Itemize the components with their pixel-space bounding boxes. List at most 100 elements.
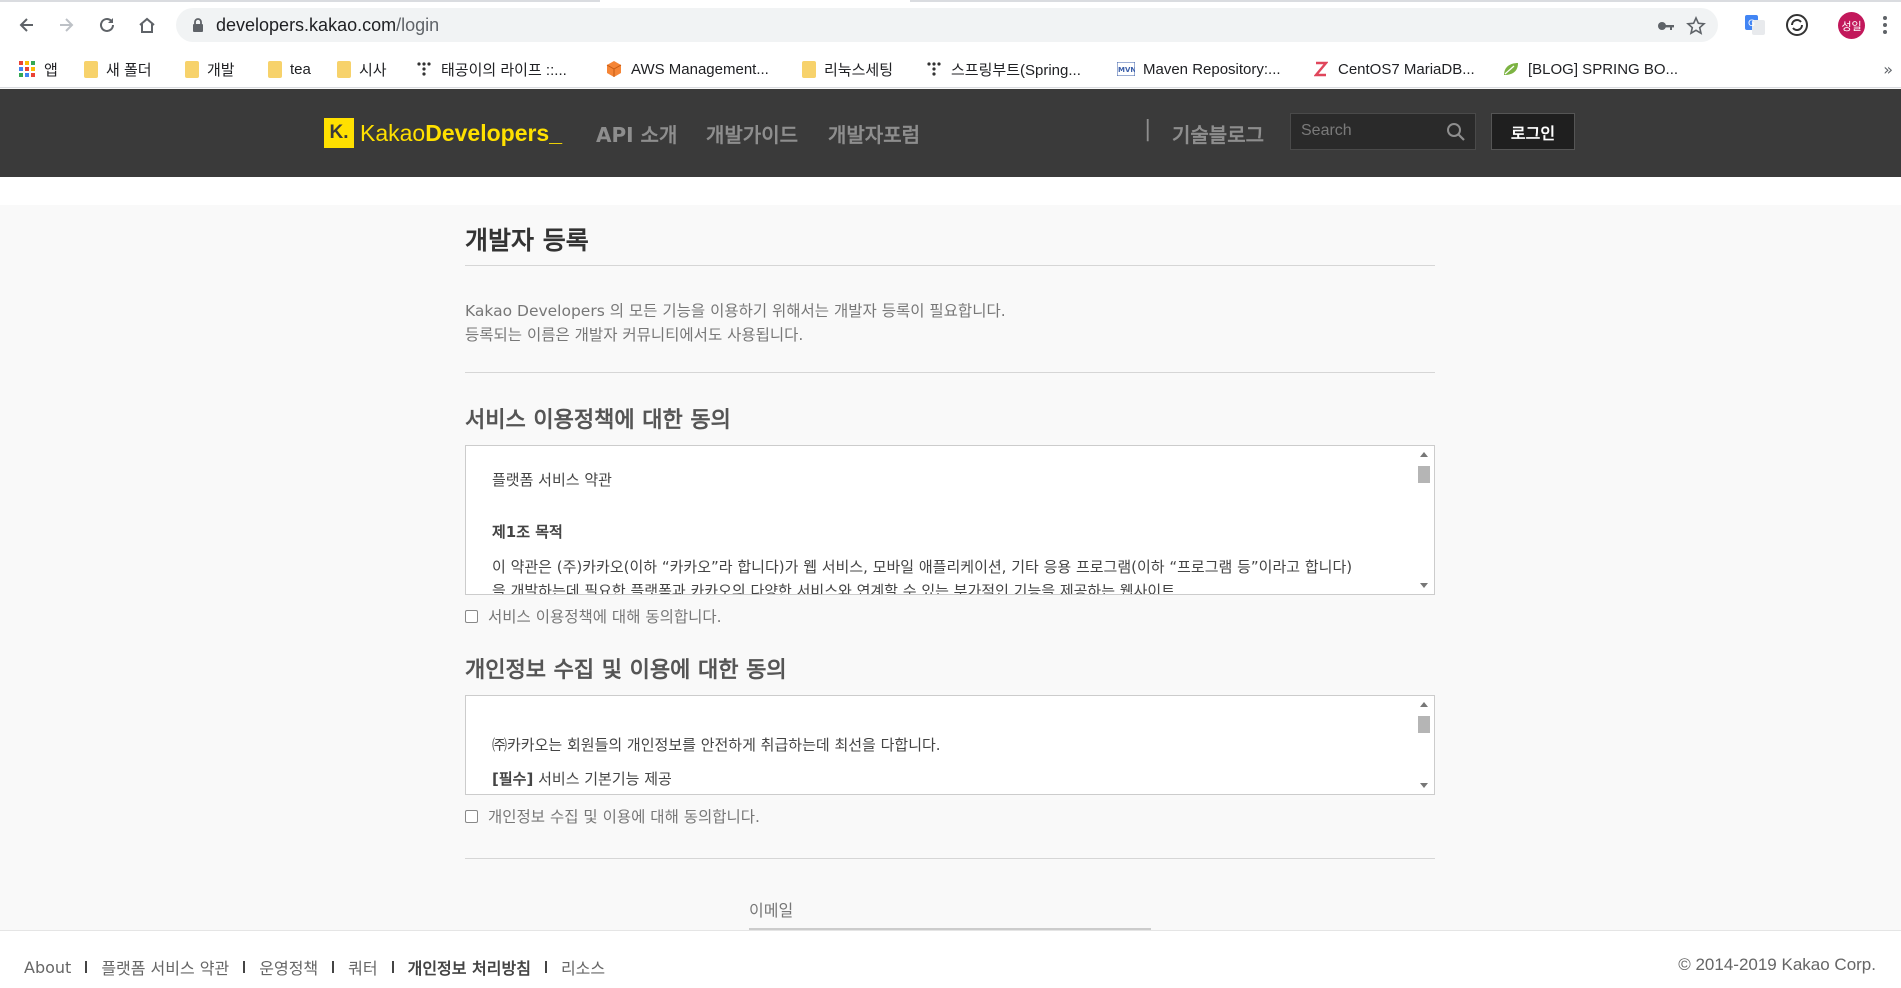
more-menu-icon[interactable] — [1882, 14, 1888, 36]
service-terms-box[interactable]: 플랫폼 서비스 약관 제1조 목적 이 약관은 (주)카카오(이하 “카카오”라… — [465, 445, 1435, 595]
required-tag: [필수] — [492, 770, 534, 788]
privacy-agree-option[interactable]: 개인정보 수집 및 이용에 대해 동의합니다. — [465, 805, 760, 827]
bookmark-dev[interactable]: 개발 — [185, 50, 235, 88]
lock-icon — [193, 18, 203, 32]
privacy-line-1: ㈜카카오는 회원들의 개인정보를 안전하게 취급하는데 최선을 다합니다. — [492, 736, 941, 754]
kakao-developers-logo[interactable]: K. Kakao Developers_ — [324, 117, 562, 149]
privacy-agree-label: 개인정보 수집 및 이용에 대해 동의합니다. — [488, 808, 760, 826]
sync-extension-icon[interactable] — [1784, 12, 1810, 38]
divider — [465, 858, 1435, 859]
article-title: 제1조 목적 — [492, 523, 563, 541]
bookmark-star-icon[interactable] — [1686, 16, 1706, 36]
site-header: K. Kakao Developers_ API 소개 개발가이드 개발자포럼 … — [0, 89, 1901, 177]
home-icon[interactable] — [134, 12, 160, 38]
folder-icon — [268, 60, 282, 78]
translate-icon[interactable]: G — [1742, 12, 1768, 38]
footer-divider — [332, 961, 335, 973]
folder-icon — [84, 60, 98, 78]
service-policy-title: 서비스 이용정책에 대한 동의 — [465, 408, 731, 433]
footer-link-operation-policy[interactable]: 운영정책 — [259, 955, 318, 979]
footer-link-platform-terms[interactable]: 플랫폼 서비스 약관 — [101, 955, 229, 979]
tab-strip-edge — [0, 0, 1901, 3]
footer-link-about[interactable]: About — [24, 958, 71, 977]
header-spacer — [0, 177, 1901, 205]
scroll-up-icon[interactable] — [1420, 702, 1428, 707]
svg-text:MVN: MVN — [1118, 66, 1135, 74]
privacy-line-2: [필수] 서비스 기본기능 제공 — [492, 768, 672, 789]
forward-icon[interactable] — [53, 12, 79, 38]
footer-divider — [544, 961, 547, 973]
logo-kakao-text: Kakao — [360, 119, 426, 146]
footer-link-privacy[interactable]: 개인정보 처리방침 — [408, 955, 531, 979]
search-icon[interactable] — [1446, 122, 1466, 142]
bookmark-label: 스프링부트(Spring... — [951, 61, 1081, 79]
bookmark-label: [BLOG] SPRING BO... — [1528, 60, 1679, 78]
bookmark-new-folder[interactable]: 새 폴더 — [84, 50, 152, 88]
scroll-up-icon[interactable] — [1420, 452, 1428, 457]
privacy-terms-box[interactable]: ㈜카카오는 회원들의 개인정보를 안전하게 취급하는데 최선을 다합니다. [필… — [465, 695, 1435, 795]
profile-avatar[interactable]: 성일 — [1838, 12, 1865, 39]
bookmark-label: AWS Management... — [631, 60, 769, 78]
copyright: © 2014-2019 Kakao Corp. — [1678, 955, 1876, 974]
search-input[interactable] — [1301, 122, 1441, 140]
service-agree-option[interactable]: 서비스 이용정책에 대해 동의합니다. — [465, 605, 722, 627]
scroll-thumb[interactable] — [1418, 716, 1430, 733]
footer-links: About 플랫폼 서비스 약관 운영정책 쿼터 개인정보 처리방침 리소스 — [24, 955, 605, 979]
article-line-2: 을 개발하는데 필요한 플랫폼과 카카오의 다양한 서비스와 연계할 수 있는 … — [492, 582, 1175, 595]
leaf-icon — [1502, 60, 1520, 78]
footer-link-quota[interactable]: 쿼터 — [348, 955, 377, 979]
folder-icon — [337, 60, 351, 78]
bookmark-aws[interactable]: AWS Management... — [605, 50, 769, 88]
bookmark-label: 앱 — [44, 61, 58, 79]
back-icon[interactable] — [14, 12, 40, 38]
key-icon[interactable] — [1656, 16, 1676, 36]
bookmark-taegong[interactable]: 태공이의 라이프 ::... — [415, 50, 567, 88]
logo-k-mark: K. — [324, 118, 354, 148]
site-footer: About 플랫폼 서비스 약관 운영정책 쿼터 개인정보 처리방침 리소스 ©… — [0, 930, 1901, 988]
footer-divider — [391, 961, 394, 973]
login-button[interactable]: 로그인 — [1491, 113, 1575, 150]
email-label: 이메일 — [749, 901, 794, 920]
intro-line-1: Kakao Developers 의 모든 기능을 이용하기 위해서는 개발자 … — [465, 302, 1006, 320]
logo-developers-text: Developers_ — [425, 119, 563, 146]
nav-dev-forum[interactable]: 개발자포럼 — [828, 119, 920, 148]
bookmark-label: 리눅스세팅 — [824, 61, 894, 79]
nav-dev-guide[interactable]: 개발가이드 — [706, 119, 798, 148]
bookmark-linux[interactable]: 리눅스세팅 — [802, 50, 893, 88]
footer-divider — [243, 961, 246, 973]
address-bar[interactable]: developers.kakao.com/login — [176, 8, 1718, 42]
scroll-thumb[interactable] — [1418, 466, 1430, 483]
bookmark-label: 개발 — [207, 61, 235, 79]
bookmark-centos[interactable]: CentOS7 MariaDB... — [1312, 50, 1475, 88]
terms-scrollbar[interactable] — [1414, 446, 1434, 594]
bookmark-label: 시사 — [359, 61, 387, 79]
scroll-down-icon[interactable] — [1420, 783, 1428, 788]
nav-api-intro[interactable]: API 소개 — [596, 119, 677, 148]
bookmark-blog-spring[interactable]: [BLOG] SPRING BO... — [1502, 50, 1678, 88]
scroll-down-icon[interactable] — [1420, 583, 1428, 588]
folder-icon — [185, 60, 199, 78]
bookmark-label: 태공이의 라이프 ::... — [441, 61, 567, 79]
apps-grid-icon — [18, 60, 36, 78]
page-content: 개발자 등록 Kakao Developers 의 모든 기능을 이용하기 위해… — [0, 177, 1901, 930]
bookmarks-overflow-icon[interactable]: » — [1883, 60, 1893, 79]
bookmark-news[interactable]: 시사 — [337, 50, 387, 88]
footer-divider — [85, 961, 88, 973]
dots-icon — [415, 60, 433, 78]
footer-link-resources[interactable]: 리소스 — [561, 955, 605, 979]
reload-icon[interactable] — [94, 12, 120, 38]
service-agree-checkbox[interactable] — [465, 609, 478, 623]
bookmark-springboot[interactable]: 스프링부트(Spring... — [925, 50, 1081, 88]
nav-tech-blog[interactable]: 기술블로그 — [1172, 119, 1264, 148]
bookmark-apps[interactable]: 앱 — [18, 50, 58, 88]
search-box — [1290, 113, 1476, 150]
mvn-icon: MVN — [1117, 60, 1135, 78]
privacy-scrollbar[interactable] — [1414, 696, 1434, 794]
aws-cube-icon — [605, 60, 623, 78]
privacy-agree-checkbox[interactable] — [465, 809, 478, 823]
bookmark-label: CentOS7 MariaDB... — [1338, 60, 1475, 78]
intro-text: Kakao Developers 의 모든 기능을 이용하기 위해서는 개발자 … — [465, 299, 1006, 347]
bookmark-tea[interactable]: tea — [268, 50, 311, 88]
bookmark-maven[interactable]: MVN Maven Repository:... — [1117, 50, 1281, 88]
article-line-1: 이 약관은 (주)카카오(이하 “카카오”라 합니다)가 웹 서비스, 모바일 … — [492, 558, 1353, 576]
